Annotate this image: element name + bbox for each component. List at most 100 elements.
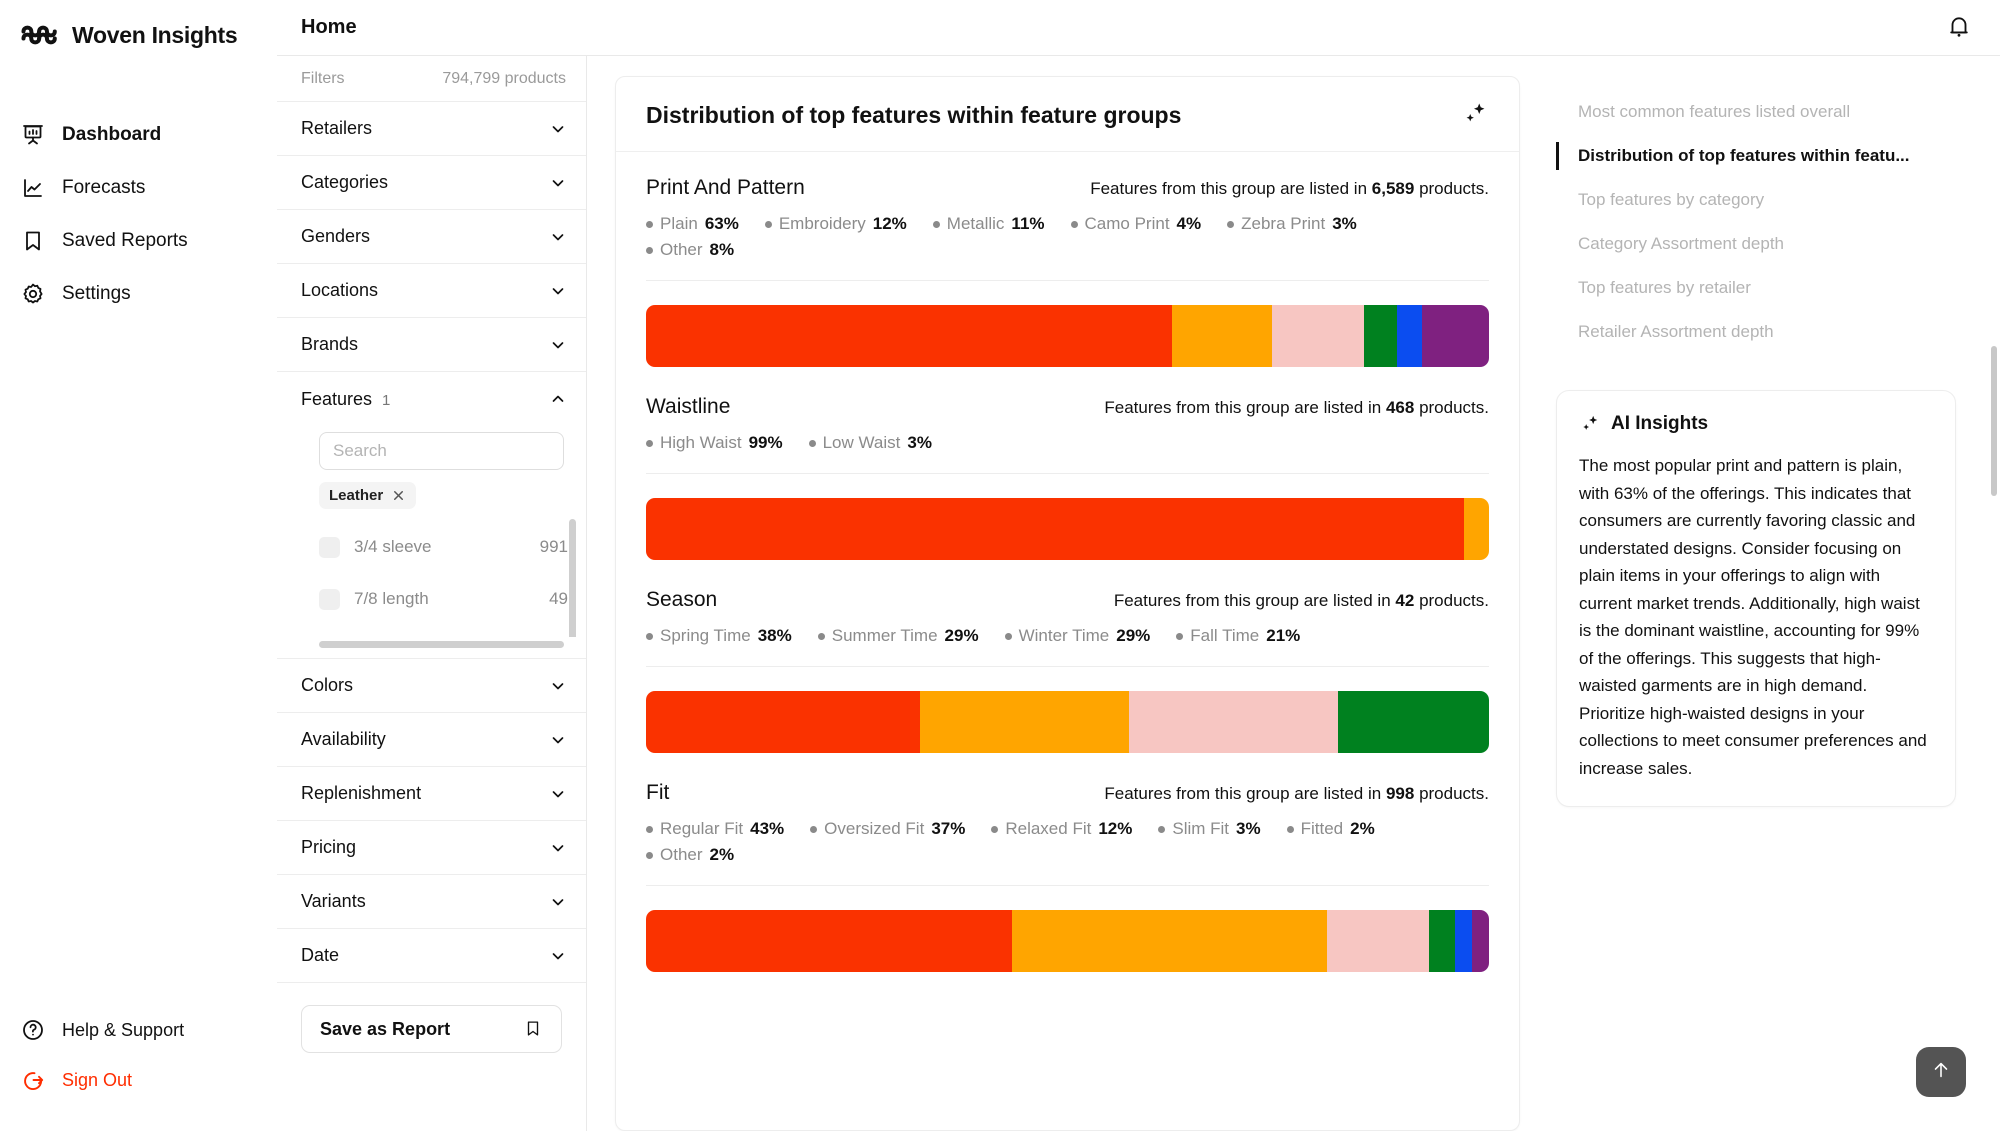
- toc-item-top-features-by-retailer[interactable]: Top features by retailer: [1556, 266, 1956, 310]
- feature-option[interactable]: 7/8 length 49: [319, 573, 568, 625]
- legend-dot: [810, 825, 818, 833]
- filter-group-genders[interactable]: Genders: [277, 210, 586, 264]
- bar-segment[interactable]: [1397, 305, 1423, 367]
- toc-item-top-features-by-category[interactable]: Top features by category: [1556, 178, 1956, 222]
- scroll-to-top-button[interactable]: [1916, 1047, 1966, 1097]
- toc-item-category-assortment-depth[interactable]: Category Assortment depth: [1556, 222, 1956, 266]
- legend-dot: [1070, 220, 1078, 228]
- legend-dot: [646, 220, 653, 228]
- legend-item: Camo Print 4%: [1070, 214, 1201, 234]
- bar-segment[interactable]: [1327, 910, 1430, 972]
- bar-segment[interactable]: [1464, 498, 1489, 560]
- sidebar-item-dashboard[interactable]: Dashboard: [0, 108, 277, 161]
- chevron-down-icon: [550, 894, 566, 910]
- sidebar-item-label: Settings: [62, 282, 131, 304]
- bell-icon[interactable]: [1946, 14, 1974, 42]
- bar-segment[interactable]: [1337, 691, 1489, 753]
- feature-list-vertical-scrollbar[interactable]: [569, 519, 576, 637]
- filter-group-retailers[interactable]: Retailers: [277, 102, 586, 156]
- bar-segment[interactable]: [1429, 910, 1455, 972]
- sparkle-icon[interactable]: [1461, 101, 1489, 129]
- bar-segment[interactable]: [1422, 305, 1489, 367]
- divider: [646, 666, 1489, 667]
- filter-group-categories[interactable]: Categories: [277, 156, 586, 210]
- sidebar-item-forecasts[interactable]: Forecasts: [0, 161, 277, 214]
- product-count: 794,799 products: [442, 69, 566, 87]
- toc-item-retailer-assortment-depth[interactable]: Retailer Assortment depth: [1556, 310, 1956, 354]
- stacked-bar[interactable]: [646, 691, 1489, 753]
- feature-list-horizontal-scrollbar[interactable]: [319, 641, 564, 648]
- toc-item-most-common-features[interactable]: Most common features listed overall: [1556, 90, 1956, 134]
- bar-segment[interactable]: [1171, 305, 1272, 367]
- filter-group-pricing[interactable]: Pricing: [277, 821, 586, 875]
- bar-segment[interactable]: [1012, 910, 1328, 972]
- bar-segment[interactable]: [1363, 305, 1398, 367]
- bar-segment[interactable]: [646, 691, 920, 753]
- group-subtitle-prefix: Features from this group are listed in: [1090, 179, 1368, 198]
- save-report-wrap: Save as Report: [277, 983, 586, 1075]
- feature-count: 991: [539, 537, 568, 556]
- bar-segment[interactable]: [646, 305, 1172, 367]
- filter-group-brands[interactable]: Brands: [277, 318, 586, 372]
- legend: High Waist 99% Low Waist 3%: [646, 419, 1489, 459]
- filter-group-variants[interactable]: Variants: [277, 875, 586, 929]
- legend-dot: [1286, 825, 1294, 833]
- bar-segment[interactable]: [1454, 910, 1472, 972]
- filter-group-replenishment[interactable]: Replenishment: [277, 767, 586, 821]
- filter-group-colors[interactable]: Colors: [277, 659, 586, 713]
- legend-value: 3%: [907, 433, 932, 452]
- sidebar-item-help-support[interactable]: Help & Support: [0, 1005, 277, 1055]
- toc-item-distribution-of-top-features[interactable]: Distribution of top features within feat…: [1556, 134, 1956, 178]
- group-subtitle-prefix: Features from this group are listed in: [1104, 398, 1382, 417]
- filter-group-features-header[interactable]: Features 1: [277, 372, 586, 426]
- group-subtitle: Features from this group are listed in 4…: [1104, 398, 1489, 418]
- legend-label: Plain: [660, 214, 698, 233]
- sidebar-item-settings[interactable]: Settings: [0, 267, 277, 320]
- filter-group-availability[interactable]: Availability: [277, 713, 586, 767]
- app-root: Woven Insights Dashboard Forecasts Saved…: [0, 0, 2000, 1131]
- feature-option[interactable]: A-line 138: [319, 625, 568, 637]
- search-input[interactable]: [319, 432, 564, 470]
- checkbox[interactable]: [319, 588, 340, 610]
- legend-label: Relaxed Fit: [1005, 819, 1092, 838]
- sidebar-item-label: Forecasts: [62, 176, 146, 198]
- filters-heading: Filters: [301, 69, 345, 87]
- feature-option[interactable]: 3/4 sleeve 991: [319, 521, 568, 573]
- bar-segment[interactable]: [646, 910, 1013, 972]
- feature-group-waistline: Waistline Features from this group are l…: [616, 371, 1519, 560]
- filter-group-date[interactable]: Date: [277, 929, 586, 983]
- dashboard-icon: [20, 122, 46, 148]
- save-as-report-label: Save as Report: [320, 1018, 451, 1039]
- bar-segment[interactable]: [1128, 691, 1338, 753]
- legend-dot: [817, 632, 825, 640]
- stacked-bar[interactable]: [646, 305, 1489, 367]
- legend-label: Spring Time: [660, 626, 751, 645]
- stacked-bar[interactable]: [646, 498, 1489, 560]
- stacked-bar[interactable]: [646, 910, 1489, 972]
- group-product-count: 42: [1395, 591, 1415, 610]
- legend-value: 11%: [1011, 214, 1045, 233]
- page-scrollbar[interactable]: [1991, 346, 1997, 496]
- save-as-report-button[interactable]: Save as Report: [301, 1005, 562, 1053]
- legend-value: 29%: [944, 626, 979, 645]
- close-icon[interactable]: [391, 488, 406, 503]
- sidebar-item-sign-out[interactable]: Sign Out: [0, 1055, 277, 1105]
- filter-group-locations[interactable]: Locations: [277, 264, 586, 318]
- sparkle-icon: [1579, 414, 1600, 435]
- filter-group-label: Availability: [301, 729, 386, 749]
- bar-segment[interactable]: [646, 498, 1465, 560]
- feature-group-print-and-pattern: Print And Pattern Features from this gro…: [616, 152, 1519, 367]
- bar-segment[interactable]: [1271, 305, 1364, 367]
- legend-dot: [1227, 220, 1235, 228]
- legend-value: 2%: [709, 845, 735, 864]
- sidebar-item-saved-reports[interactable]: Saved Reports: [0, 214, 277, 267]
- bar-segment[interactable]: [1471, 910, 1489, 972]
- chip-leather[interactable]: Leather: [319, 482, 417, 509]
- feature-options-list[interactable]: 3/4 sleeve 991 7/8 length 49 A-line 138: [277, 513, 586, 637]
- bar-segment[interactable]: [919, 691, 1129, 753]
- feature-label: 3/4 sleeve: [354, 537, 432, 556]
- checkbox[interactable]: [319, 536, 340, 558]
- legend-dot: [646, 851, 653, 859]
- bookmark-icon: [523, 1018, 543, 1040]
- legend-item: Metallic 11%: [932, 214, 1045, 234]
